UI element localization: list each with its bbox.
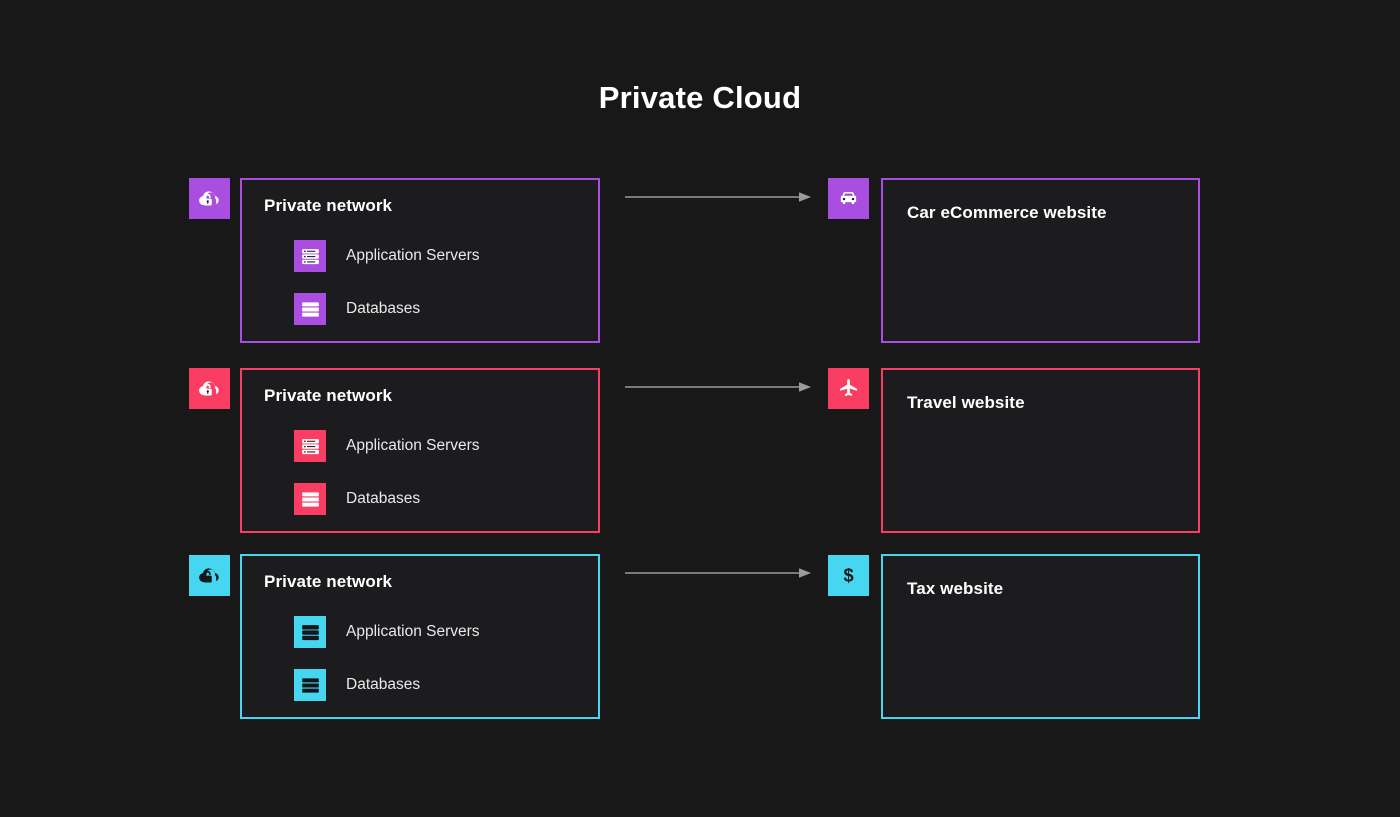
website-panel[interactable]: Travel website xyxy=(881,368,1200,533)
server-rack-icon xyxy=(294,240,326,272)
svg-text:$: $ xyxy=(843,566,853,586)
private-cloud-lock-icon xyxy=(189,178,230,219)
connector-arrow xyxy=(625,380,811,394)
service-label: Application Servers xyxy=(346,437,480,454)
service-label: Databases xyxy=(346,300,421,317)
dollar-icon: $ xyxy=(828,555,869,596)
service-item[interactable]: Application Servers xyxy=(294,240,480,272)
service-label: Databases xyxy=(346,490,421,507)
website-panel[interactable]: Car eCommerce website xyxy=(881,178,1200,343)
car-icon xyxy=(828,178,869,219)
connector-arrow xyxy=(625,566,811,580)
connector-arrow xyxy=(625,190,811,204)
private-network-panel[interactable]: Private network Application Servers Data… xyxy=(240,368,600,533)
airplane-icon xyxy=(828,368,869,409)
database-icon xyxy=(294,293,326,325)
private-network-panel[interactable]: Private network Application Servers Data… xyxy=(240,178,600,343)
page-title: Private Cloud xyxy=(598,80,802,115)
panel-title: Private network xyxy=(264,196,393,215)
service-item[interactable]: Application Servers xyxy=(294,430,480,462)
server-rack-icon xyxy=(294,430,326,462)
server-rack-icon xyxy=(294,616,326,648)
service-item[interactable]: Application Servers xyxy=(294,616,480,648)
service-label: Application Servers xyxy=(346,247,480,264)
database-icon xyxy=(294,669,326,701)
service-label: Application Servers xyxy=(346,623,480,640)
website-label: Car eCommerce website xyxy=(907,203,1107,222)
database-icon xyxy=(294,483,326,515)
website-label: Tax website xyxy=(907,579,1004,598)
website-label: Travel website xyxy=(907,393,1025,412)
private-network-panel[interactable]: Private network Application Servers Data… xyxy=(240,554,600,719)
panel-title: Private network xyxy=(264,572,393,591)
service-item[interactable]: Databases xyxy=(294,669,420,701)
diagram-canvas: Private Cloud Private network Applicatio… xyxy=(0,0,1400,817)
website-panel[interactable]: Tax website xyxy=(881,554,1200,719)
service-label: Databases xyxy=(346,676,421,693)
private-cloud-lock-icon xyxy=(189,368,230,409)
panel-title: Private network xyxy=(264,386,393,405)
service-item[interactable]: Databases xyxy=(294,293,420,325)
service-item[interactable]: Databases xyxy=(294,483,420,515)
private-cloud-lock-icon xyxy=(189,555,230,596)
